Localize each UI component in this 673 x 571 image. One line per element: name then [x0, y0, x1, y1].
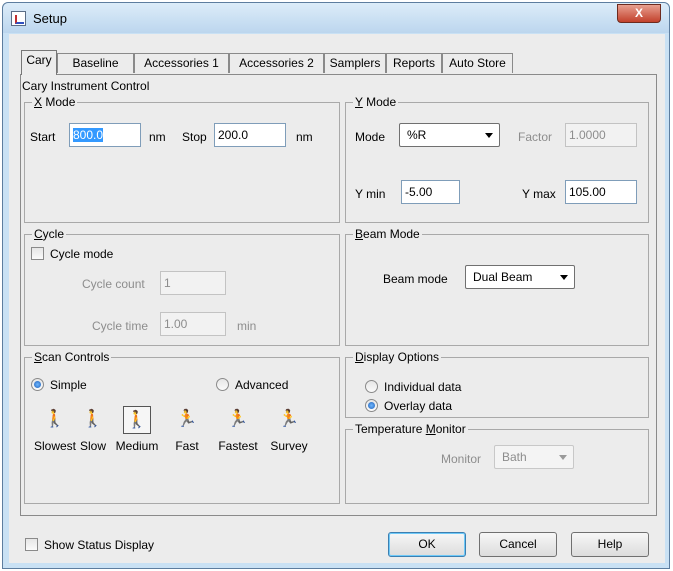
tab-baseline[interactable]: Baseline	[57, 53, 134, 73]
tab-reports[interactable]: Reports	[386, 53, 442, 73]
cycle-count-input: 1	[160, 271, 226, 295]
ok-button[interactable]: OK	[388, 532, 466, 557]
stop-unit: nm	[296, 130, 313, 144]
dialog-client: Cary Baseline Accessories 1 Accessories …	[9, 34, 665, 563]
cycle-mode-label: Cycle mode	[50, 247, 114, 261]
y-mode-group: Y Mode Mode %R Factor 1.0000 Y min -5.00…	[345, 95, 649, 223]
cycle-time-label: Cycle time	[92, 319, 149, 333]
speed-medium-label: Medium	[115, 439, 159, 453]
individual-data-radio[interactable]	[365, 380, 378, 393]
cycle-time-input: 1.00	[160, 312, 226, 336]
speed-slow-button[interactable]: 🚶	[79, 406, 107, 434]
setup-window: Setup X Cary Baseline Accessories 1 Acce…	[2, 2, 670, 569]
beam-mode-legend: Beam Mode	[353, 227, 422, 241]
ymin-input[interactable]: -5.00	[401, 180, 460, 204]
start-unit: nm	[149, 130, 166, 144]
app-icon	[11, 11, 26, 26]
mode-label: Mode	[355, 130, 386, 144]
tab-cary[interactable]: Cary	[21, 50, 57, 75]
ymax-input[interactable]: 105.00	[565, 180, 637, 204]
overlay-data-radio[interactable]	[365, 399, 378, 412]
factor-label: Factor	[518, 130, 553, 144]
speed-slow-label: Slow	[79, 439, 106, 453]
y-mode-legend: Y Mode	[353, 95, 399, 109]
speed-fast-button[interactable]: 🏃	[173, 406, 201, 434]
show-status-display-checkbox[interactable]	[25, 538, 38, 551]
show-status-display-label: Show Status Display	[44, 538, 155, 552]
help-button[interactable]: Help	[571, 532, 649, 557]
x-mode-group: X Mode Start 800.0 nm Stop 200.0 nm	[24, 95, 340, 223]
cycle-time-unit: min	[237, 319, 257, 333]
stop-input[interactable]: 200.0	[214, 123, 286, 147]
beam-mode-group: Beam Mode Beam mode Dual Beam	[345, 227, 649, 346]
speed-buttons: 🚶 🚶 🚶 🏃 🏃 🏃 Slowest Slow Medium Fast Fas…	[25, 406, 341, 461]
display-options-legend: Display Options	[353, 350, 442, 364]
speed-fastest-label: Fastest	[218, 439, 258, 453]
speed-fastest-button[interactable]: 🏃	[224, 406, 252, 434]
mode-select[interactable]: %R	[399, 123, 500, 147]
start-input[interactable]: 800.0	[69, 123, 141, 147]
tab-accessories-1[interactable]: Accessories 1	[134, 53, 229, 73]
ymin-label: Y min	[355, 187, 386, 201]
advanced-label: Advanced	[235, 378, 289, 392]
speed-medium-button[interactable]: 🚶	[123, 406, 151, 434]
monitor-label: Monitor	[441, 452, 482, 466]
speed-slowest-button[interactable]: 🚶	[41, 406, 69, 434]
cancel-button[interactable]: Cancel	[479, 532, 557, 557]
temperature-monitor-legend: Temperature Monitor	[353, 422, 468, 436]
cycle-group: Cycle Cycle mode Cycle count 1 Cycle tim…	[24, 227, 340, 346]
monitor-select: Bath	[494, 445, 574, 469]
stop-label: Stop	[182, 130, 207, 144]
simple-label: Simple	[50, 378, 87, 392]
overlay-data-label: Overlay data	[384, 399, 453, 413]
x-mode-legend: X Mode	[32, 95, 78, 109]
speed-survey-label: Survey	[270, 439, 308, 453]
window-title: Setup	[33, 11, 67, 26]
advanced-radio[interactable]	[216, 378, 229, 391]
start-label: Start	[30, 130, 56, 144]
cycle-count-label: Cycle count	[82, 277, 145, 291]
chevron-down-icon	[560, 275, 568, 280]
chevron-down-icon	[559, 455, 567, 460]
section-title: Cary Instrument Control	[22, 79, 150, 93]
scan-controls-legend: Scan Controls	[32, 350, 112, 364]
simple-radio[interactable]	[31, 378, 44, 391]
cycle-legend: Cycle	[32, 227, 67, 241]
speed-survey-button[interactable]: 🏃	[275, 406, 303, 434]
cary-tab-panel: Cary Instrument Control X Mode Start 800…	[20, 74, 657, 516]
display-options-group: Display Options Individual data Overlay …	[345, 350, 649, 418]
beam-mode-select[interactable]: Dual Beam	[465, 265, 575, 289]
tab-accessories-2[interactable]: Accessories 2	[229, 53, 324, 73]
close-button[interactable]: X	[617, 4, 661, 23]
factor-input: 1.0000	[565, 123, 637, 147]
ymax-label: Y max	[522, 187, 556, 201]
temperature-monitor-group: Temperature Monitor Monitor Bath	[345, 422, 649, 504]
tab-samplers[interactable]: Samplers	[324, 53, 386, 73]
beam-mode-label: Beam mode	[383, 272, 448, 286]
tab-auto-store[interactable]: Auto Store	[442, 53, 513, 73]
individual-data-label: Individual data	[384, 380, 462, 394]
title-bar: Setup X	[3, 3, 669, 33]
speed-fast-label: Fast	[175, 439, 199, 453]
chevron-down-icon	[485, 133, 493, 138]
cycle-mode-checkbox[interactable]	[31, 247, 44, 260]
scan-controls-group: Scan Controls Simple Advanced 🚶 🚶 🚶 🏃 🏃 …	[24, 350, 341, 504]
